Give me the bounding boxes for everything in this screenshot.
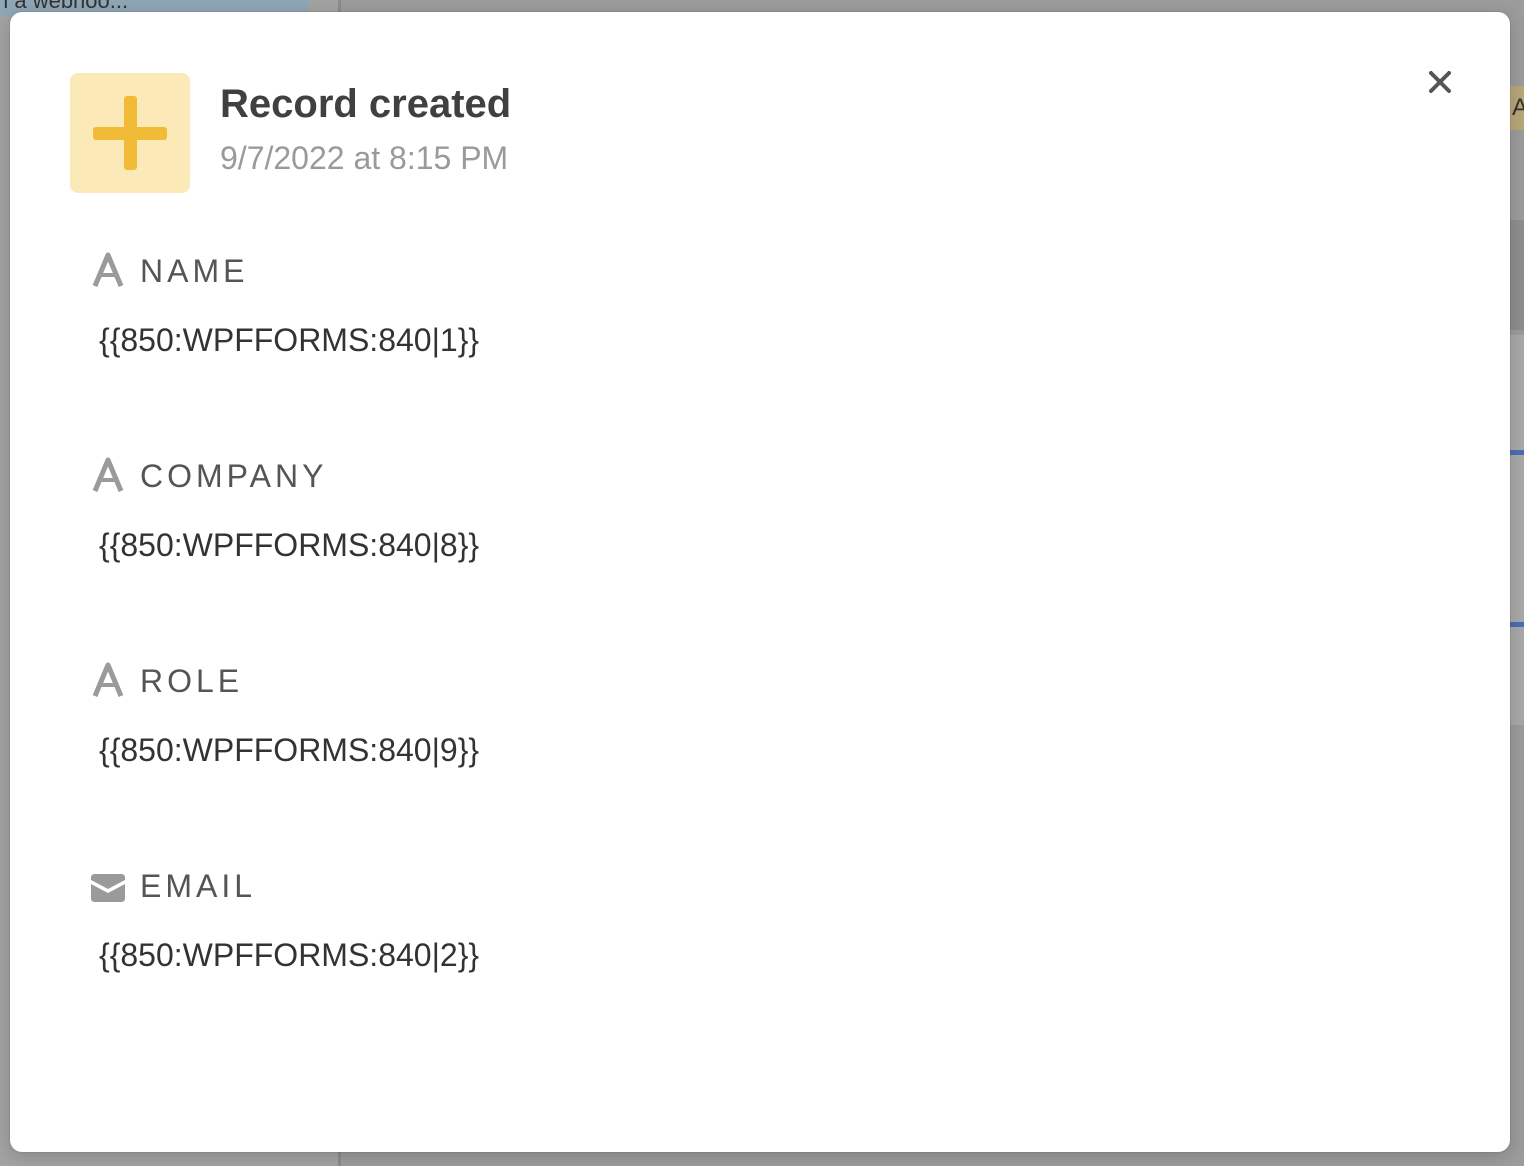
text-field-icon <box>92 662 124 697</box>
background-right-chip-label: A <box>1512 94 1524 121</box>
field-value: {{850:WPFFORMS:840|1}} <box>99 322 480 358</box>
background-right-strip <box>1508 220 1524 330</box>
field-value: {{850:WPFFORMS:840|9}} <box>99 732 480 768</box>
field-value: {{850:WPFFORMS:840|8}} <box>99 527 480 563</box>
background-blue-line <box>1508 450 1524 455</box>
background-right-chip: A <box>1508 86 1524 130</box>
field-label: NAME <box>140 253 249 289</box>
field-label: ROLE <box>140 663 244 699</box>
text-field-icon <box>92 252 124 287</box>
email-icon <box>91 874 125 902</box>
field-label: EMAIL <box>140 868 257 904</box>
background-blue-line <box>1508 622 1524 627</box>
modal-title: Record created <box>220 82 512 126</box>
modal-timestamp: 9/7/2022 at 8:15 PM <box>220 140 509 176</box>
text-field-icon <box>92 457 124 492</box>
plus-icon <box>70 73 190 193</box>
field-value: {{850:WPFFORMS:840|2}} <box>99 937 480 973</box>
close-icon <box>1429 71 1451 93</box>
field-email: EMAIL {{850:WPFFORMS:840|2}} <box>90 865 1290 973</box>
field-label: COMPANY <box>140 458 328 494</box>
field-role: ROLE {{850:WPFFORMS:840|9}} <box>90 660 1290 768</box>
field-name: NAME {{850:WPFFORMS:840|1}} <box>90 250 1290 358</box>
field-company: COMPANY {{850:WPFFORMS:840|8}} <box>90 455 1290 563</box>
background-right-strip-lower <box>1508 335 1524 725</box>
close-button[interactable] <box>1422 64 1458 100</box>
record-detail-modal: Record created 9/7/2022 at 8:15 PM NAME … <box>10 12 1510 1152</box>
